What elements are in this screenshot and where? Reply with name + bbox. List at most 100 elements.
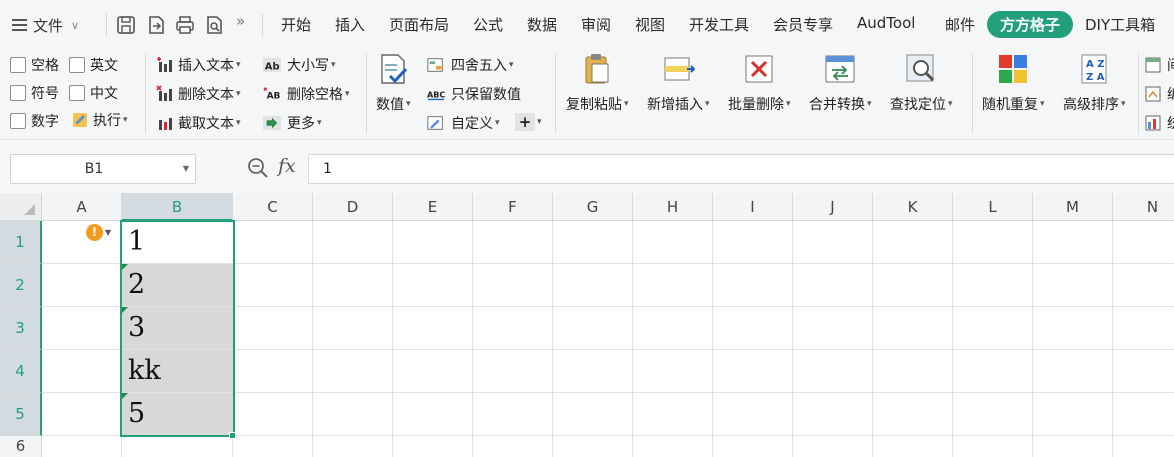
name-box[interactable]: B1 ▼ xyxy=(10,154,196,184)
checkbox[interactable] xyxy=(69,57,85,73)
copy-paste-button[interactable]: 复制粘贴 ▾ xyxy=(566,52,629,114)
tab-mail[interactable]: 邮件 xyxy=(945,14,975,35)
row-header-6[interactable]: 6 xyxy=(0,436,42,457)
checkbox-chinese[interactable]: 中文 xyxy=(69,83,118,103)
checkbox-english[interactable]: 英文 xyxy=(69,55,118,75)
case-button[interactable]: Ab 大小写 ▾ xyxy=(263,55,336,75)
zoom-formula-icon[interactable] xyxy=(247,157,269,179)
checkbox-number[interactable]: 数字 xyxy=(10,111,59,131)
find-locate-button[interactable]: 查找定位 ▾ xyxy=(890,52,953,114)
tab-developer[interactable]: 开发工具 xyxy=(689,14,749,35)
print-preview-icon[interactable] xyxy=(201,12,227,38)
name-box-value: B1 xyxy=(84,161,104,177)
tab-diy-toolbox[interactable]: DIY工具箱 xyxy=(1085,14,1155,35)
remove-spaces-button[interactable]: AB 删除空格 ▾ xyxy=(263,84,350,104)
advanced-sort-button[interactable]: A Z Z A 高级排序 ▾ xyxy=(1063,52,1126,114)
column-header-m[interactable]: M xyxy=(1033,193,1113,221)
tab-insert[interactable]: 插入 xyxy=(335,14,365,35)
gridline xyxy=(792,221,793,457)
chevron-down-icon: ▾ xyxy=(948,99,953,109)
keep-values-button[interactable]: ABC 只保留数值 xyxy=(427,84,521,104)
gridline xyxy=(952,221,953,457)
spreadsheet-grid: A B C D E F G H I J K L M N 1 2 3 4 5 6 … xyxy=(0,193,1174,457)
column-header-g[interactable]: G xyxy=(553,193,633,221)
merge-convert-button[interactable]: 合并转换 ▾ xyxy=(809,52,872,114)
file-menu-button[interactable]: 文件 ∨ xyxy=(12,12,79,38)
row-header-3[interactable]: 3 xyxy=(0,307,42,350)
more-button[interactable]: 更多 ▾ xyxy=(263,113,322,133)
checkbox-label: 空格 xyxy=(31,58,59,74)
extract-text-button[interactable]: 截取文本 ▾ xyxy=(156,113,241,133)
partial-tool-1[interactable]: 间 xyxy=(1145,55,1174,75)
merge-convert-label: 合并转换 xyxy=(809,97,865,113)
execute-button[interactable]: 执行 ▾ xyxy=(71,110,128,130)
gridline xyxy=(632,221,633,457)
row-header-5[interactable]: 5 xyxy=(0,393,42,436)
round-button[interactable]: 四舍五入 ▾ xyxy=(427,55,514,75)
custom-button[interactable]: 自定义 ▾ xyxy=(427,113,500,133)
column-header-j[interactable]: J xyxy=(793,193,873,221)
column-header-e[interactable]: E xyxy=(393,193,473,221)
column-header-h[interactable]: H xyxy=(633,193,713,221)
menu-bar: 文件 ∨ » 开始 插入 页面布局 公式 数据 审阅 视图 开发工具 会员专享 … xyxy=(0,0,1174,48)
row-header-4[interactable]: 4 xyxy=(0,350,42,393)
column-header-f[interactable]: F xyxy=(473,193,553,221)
divider xyxy=(106,14,107,36)
checkbox-symbol[interactable]: 符号 xyxy=(10,83,59,103)
checkbox[interactable] xyxy=(10,85,26,101)
random-repeat-label: 随机重复 xyxy=(982,97,1038,113)
more-label: 更多 xyxy=(287,116,315,132)
formula-input[interactable]: 1 xyxy=(308,154,1174,184)
add-custom-button[interactable]: + ▾ xyxy=(515,113,542,131)
custom-icon xyxy=(427,114,447,132)
fill-handle[interactable] xyxy=(229,432,236,439)
checkbox-space[interactable]: 空格 xyxy=(10,55,59,75)
column-header-i[interactable]: I xyxy=(713,193,793,221)
delete-text-button[interactable]: 删除文本 ▾ xyxy=(156,84,241,104)
tab-audtool[interactable]: AudTool xyxy=(857,14,915,32)
print-icon[interactable] xyxy=(172,12,198,38)
extract-text-label: 截取文本 xyxy=(178,116,234,132)
column-header-k[interactable]: K xyxy=(873,193,953,221)
column-header-n[interactable]: N xyxy=(1113,193,1174,221)
row-header-2[interactable]: 2 xyxy=(0,264,42,307)
error-check-button[interactable]: ! ▼ xyxy=(86,224,111,241)
insert-text-button[interactable]: 插入文本 ▾ xyxy=(156,55,241,75)
partial-tool-3[interactable]: 统 xyxy=(1145,113,1174,133)
hamburger-icon xyxy=(12,19,27,31)
divider xyxy=(366,54,367,134)
tab-home[interactable]: 开始 xyxy=(281,14,311,35)
tab-page-layout[interactable]: 页面布局 xyxy=(389,14,449,35)
formula-bar: B1 ▼ fx 1 xyxy=(0,141,1174,193)
tab-view[interactable]: 视图 xyxy=(635,14,665,35)
fx-icon[interactable]: fx xyxy=(278,155,296,177)
checkbox[interactable] xyxy=(69,85,85,101)
checkbox[interactable] xyxy=(10,113,26,129)
column-header-c[interactable]: C xyxy=(233,193,313,221)
chevron-down-icon[interactable]: ▼ xyxy=(183,164,189,173)
numeric-button[interactable]: 数值 ▾ xyxy=(376,52,411,114)
tab-review[interactable]: 审阅 xyxy=(581,14,611,35)
random-repeat-button[interactable]: 随机重复 ▾ xyxy=(982,52,1045,114)
tab-data[interactable]: 数据 xyxy=(527,14,557,35)
export-pdf-icon[interactable] xyxy=(143,12,169,38)
round-icon xyxy=(427,56,447,74)
column-header-l[interactable]: L xyxy=(953,193,1033,221)
new-insert-button[interactable]: 新增插入 ▾ xyxy=(647,52,710,114)
save-icon[interactable] xyxy=(113,12,139,38)
partial-label: 统 xyxy=(1167,113,1174,133)
tab-formulas[interactable]: 公式 xyxy=(473,14,503,35)
more-quick-access-icon[interactable]: » xyxy=(236,12,245,30)
tab-member[interactable]: 会员专享 xyxy=(773,14,833,35)
tab-fangfanggezi[interactable]: 方方格子 xyxy=(987,11,1074,38)
svg-text:AB: AB xyxy=(267,92,281,102)
column-header-d[interactable]: D xyxy=(313,193,393,221)
batch-delete-button[interactable]: 批量删除 ▾ xyxy=(728,52,791,114)
column-header-a[interactable]: A xyxy=(42,193,122,221)
row-header-1[interactable]: 1 xyxy=(0,221,42,264)
partial-tool-2[interactable]: 编 xyxy=(1145,84,1174,104)
execute-label: 执行 xyxy=(93,113,121,129)
select-all-corner[interactable] xyxy=(0,193,42,221)
column-header-b[interactable]: B xyxy=(122,193,233,221)
checkbox[interactable] xyxy=(10,57,26,73)
